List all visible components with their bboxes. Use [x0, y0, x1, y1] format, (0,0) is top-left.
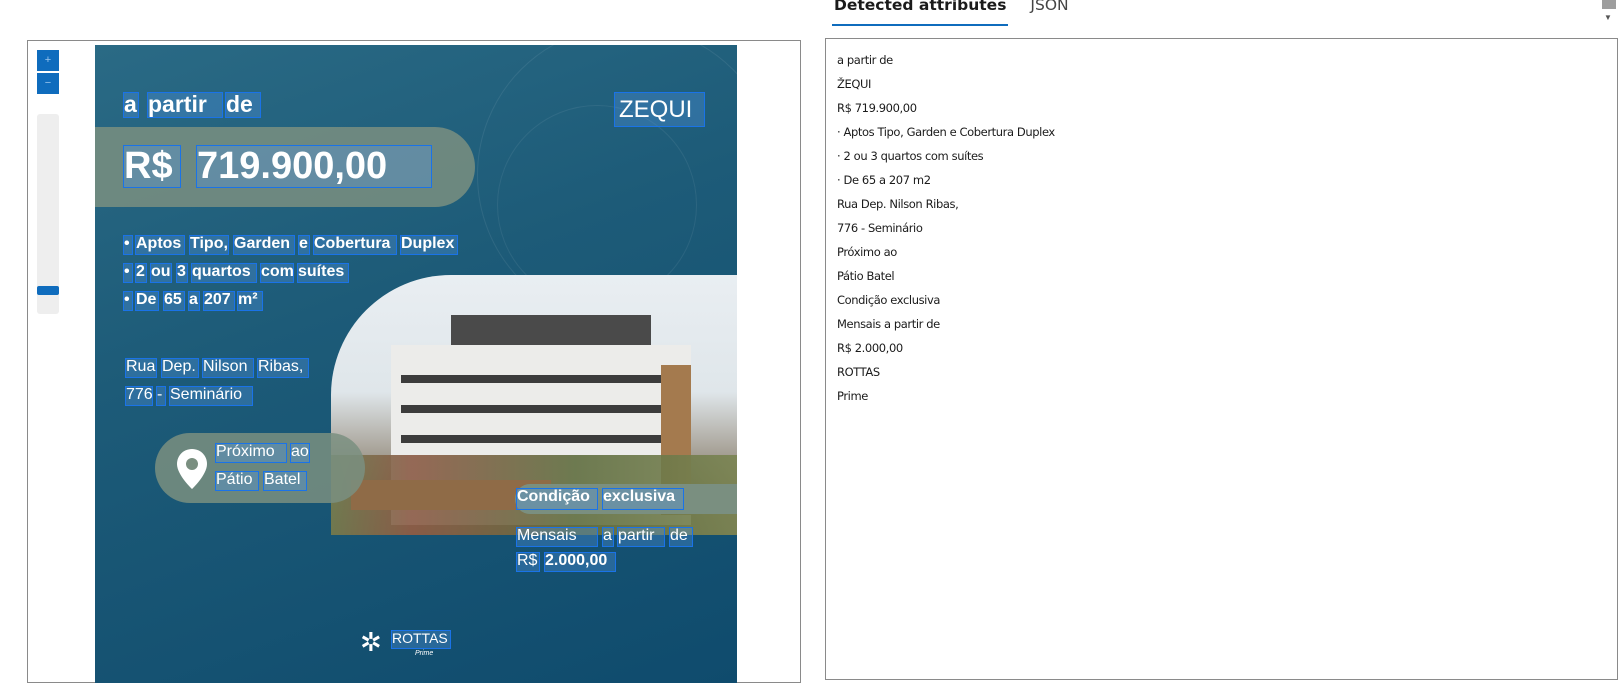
attribute-line[interactable]: · De 65 a 207 m2 [837, 168, 1606, 192]
attribute-line[interactable]: · Aptos Tipo, Garden e Cobertura Duplex [837, 120, 1606, 144]
detected-word[interactable]: ou [150, 263, 172, 283]
detected-word[interactable]: partir [617, 527, 665, 547]
building-balcony [401, 375, 661, 383]
detected-word[interactable]: • [123, 263, 133, 283]
detected-word[interactable]: de [669, 527, 693, 547]
advertisement-image: a partir de R$ 719.900,00 ZEQUI • Aptos … [95, 45, 737, 683]
tab-json[interactable]: JSON [1028, 0, 1070, 26]
detected-word[interactable]: Próximo [215, 443, 287, 463]
tab-detected-attributes[interactable]: Detected attributes [832, 0, 1009, 26]
attribute-list: a partir de ŽEQUI R$ 719.900,00 · Aptos Tip… [837, 48, 1606, 408]
detected-word[interactable]: 207 [203, 291, 235, 311]
detected-word[interactable]: Pátio [215, 471, 259, 491]
detected-word[interactable]: Seminário [169, 386, 253, 406]
page-scrollbar-thumb[interactable] [1602, 0, 1616, 9]
location-pin-icon [177, 449, 207, 489]
detected-word[interactable]: suítes [297, 263, 349, 283]
brand-logo-rottas[interactable]: ROTTAS [391, 630, 451, 649]
brand-logo-subtitle: Prime [415, 650, 434, 657]
attribute-line[interactable]: Rua Dep. Nilson Ribas, [837, 192, 1606, 216]
detected-word[interactable]: Mensais [516, 527, 598, 547]
attribute-line[interactable]: R$ 719.900,00 [837, 96, 1606, 120]
detected-word[interactable]: Ribas, [257, 358, 309, 378]
detected-word[interactable]: Tipo, [189, 235, 229, 255]
detected-word[interactable]: Batel [263, 471, 307, 491]
detected-word[interactable]: ao [290, 443, 310, 463]
detected-word[interactable]: • [123, 235, 133, 255]
detected-word[interactable]: 2.000,00 [544, 552, 616, 572]
tab-bar: Detected attributes JSON [832, 0, 1091, 26]
attribute-line[interactable]: Mensais a partir de [837, 312, 1606, 336]
detected-word[interactable]: Aptos [135, 235, 185, 255]
detected-word[interactable]: Rua [125, 358, 157, 378]
detected-word[interactable]: Duplex [400, 235, 458, 255]
attribute-line[interactable]: · 2 ou 3 quartos com suítes [837, 144, 1606, 168]
attribute-line[interactable]: 776 - Seminário [837, 216, 1606, 240]
attribute-line[interactable]: Próximo ao [837, 240, 1606, 264]
detected-word[interactable]: a [123, 92, 139, 118]
image-viewer: + − a partir de R$ 719.900,00 ZEQUI • Ap… [27, 40, 801, 683]
detected-word[interactable]: R$ [516, 552, 540, 572]
scroll-down-arrow-icon[interactable]: ▼ [1604, 13, 1612, 22]
attribute-line[interactable]: Prime [837, 384, 1606, 408]
detected-attributes-panel: a partir de ŽEQUI R$ 719.900,00 · Aptos Tip… [825, 38, 1618, 680]
detected-word[interactable]: a [188, 291, 200, 311]
attribute-line[interactable]: ŽEQUI [837, 72, 1606, 96]
zoom-out-button[interactable]: − [37, 73, 59, 94]
detected-word[interactable]: e [298, 235, 310, 255]
attribute-line[interactable]: R$ 2.000,00 [837, 336, 1606, 360]
detected-word[interactable]: de [225, 92, 261, 118]
detected-word[interactable]: - [156, 386, 166, 406]
zoom-controls: + − [37, 50, 59, 96]
detected-word[interactable]: De [135, 291, 159, 311]
detected-word[interactable]: m² [237, 291, 263, 311]
detected-word[interactable]: Nilson [202, 358, 254, 378]
rottas-logo-icon: ✲ [360, 627, 382, 657]
detected-word[interactable]: partir [147, 92, 223, 118]
attribute-line[interactable]: Condição exclusiva [837, 288, 1606, 312]
brand-logo-zequi[interactable]: ZEQUI [614, 92, 705, 127]
detected-word[interactable]: Garden [233, 235, 295, 255]
building-balcony [401, 435, 661, 443]
zoom-slider-thumb[interactable] [37, 286, 59, 295]
detected-word[interactable]: a [602, 527, 614, 547]
detected-word[interactable]: 719.900,00 [196, 145, 432, 188]
detected-word[interactable]: exclusiva [602, 488, 684, 510]
detected-word[interactable]: Dep. [161, 358, 199, 378]
detected-word[interactable]: 776 [125, 386, 153, 406]
detected-word[interactable]: Cobertura [313, 235, 397, 255]
detected-word[interactable]: quartos [191, 263, 257, 283]
building-balcony [401, 405, 661, 413]
detected-word[interactable]: 2 [135, 263, 147, 283]
detected-word[interactable]: com [260, 263, 294, 283]
detected-word[interactable]: 65 [163, 291, 185, 311]
detected-word[interactable]: 3 [176, 263, 188, 283]
detected-word[interactable]: Condição [516, 488, 598, 510]
detected-word[interactable]: • [123, 291, 133, 311]
attribute-line[interactable]: Pátio Batel [837, 264, 1606, 288]
page-scrollbar[interactable]: ▼ [1600, 0, 1618, 26]
attribute-line[interactable]: ROTTAS [837, 360, 1606, 384]
detected-word[interactable]: R$ [123, 145, 181, 188]
zoom-slider[interactable] [37, 114, 59, 314]
zoom-in-button[interactable]: + [37, 50, 59, 71]
attribute-line[interactable]: a partir de [837, 48, 1606, 72]
